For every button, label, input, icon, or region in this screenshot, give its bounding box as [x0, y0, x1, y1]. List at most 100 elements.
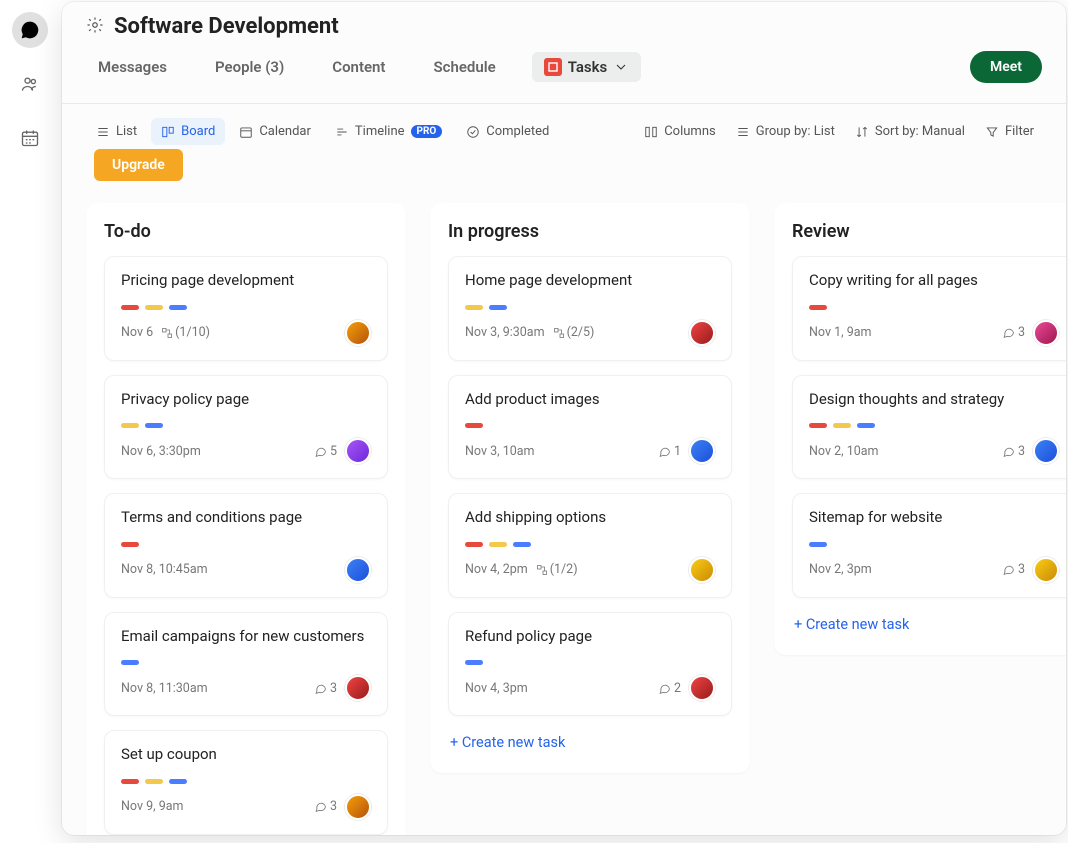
subtask-count: (1/2)	[536, 562, 578, 577]
comment-count: 3	[1002, 444, 1025, 459]
card-title: Add shipping options	[465, 508, 715, 528]
comment-count: 5	[314, 444, 337, 459]
avatar	[689, 438, 715, 464]
tag-row	[809, 305, 1059, 310]
column: To-do Pricing page developmentNov 6(1/10)…	[86, 203, 406, 835]
tag-yellow	[833, 423, 851, 428]
tag-row	[809, 423, 1059, 428]
people-icon[interactable]	[12, 66, 48, 102]
tag-blue	[465, 660, 483, 665]
card-title: Copy writing for all pages	[809, 271, 1059, 291]
tag-yellow	[121, 423, 139, 428]
filter-button[interactable]: Filter	[977, 120, 1042, 143]
card-title: Refund policy page	[465, 627, 715, 647]
columns-button[interactable]: Columns	[636, 120, 724, 143]
board: To-do Pricing page developmentNov 6(1/10)…	[62, 195, 1066, 835]
task-card[interactable]: Design thoughts and strategyNov 2, 10am3	[792, 375, 1066, 480]
groupby-label: Group by: List	[756, 124, 835, 139]
card-footer: Nov 8, 10:45am	[121, 557, 371, 583]
task-card[interactable]: Email campaigns for new customersNov 8, …	[104, 612, 388, 717]
tab-people[interactable]: People (3)	[203, 52, 296, 82]
task-card[interactable]: Set up coupon Nov 9, 9am 3	[104, 730, 388, 835]
tag-blue	[169, 305, 187, 310]
view-list[interactable]: List	[86, 118, 147, 145]
card-title: Set up coupon	[121, 745, 371, 765]
card-title: Home page development	[465, 271, 715, 291]
task-card[interactable]: Add shipping optionsNov 4, 2pm(1/2)	[448, 493, 732, 598]
upgrade-button[interactable]: Upgrade	[94, 149, 183, 181]
sortby-button[interactable]: Sort by: Manual	[847, 120, 973, 143]
task-card[interactable]: Sitemap for website Nov 2, 3pm3	[792, 493, 1066, 598]
gear-icon[interactable]	[86, 16, 104, 38]
view-board-label: Board	[181, 124, 215, 139]
tag-blue	[489, 305, 507, 310]
column: ReviewCopy writing for all pagesNov 1, 9…	[774, 203, 1066, 655]
view-calendar[interactable]: Calendar	[229, 118, 321, 145]
card-date: Nov 8, 11:30am	[121, 681, 208, 696]
card-title: Privacy policy page	[121, 390, 371, 410]
card-date: Nov 2, 10am	[809, 444, 879, 459]
avatar	[689, 675, 715, 701]
view-board[interactable]: Board	[151, 118, 225, 145]
view-timeline-label: Timeline	[355, 124, 405, 139]
tag-row	[121, 779, 371, 784]
meet-button[interactable]: Meet	[970, 51, 1042, 83]
tab-schedule[interactable]: Schedule	[421, 52, 507, 82]
chat-icon[interactable]	[12, 12, 48, 48]
tab-content[interactable]: Content	[320, 52, 397, 82]
card-title: Pricing page development	[121, 271, 371, 291]
tag-yellow	[145, 779, 163, 784]
task-card[interactable]: Copy writing for all pagesNov 1, 9am3	[792, 256, 1066, 361]
column-title: To-do	[104, 221, 388, 242]
calendar-icon[interactable]	[12, 120, 48, 156]
card-date: Nov 1, 9am	[809, 325, 871, 340]
tag-row	[465, 423, 715, 428]
comment-count: 3	[1002, 562, 1025, 577]
tag-row	[121, 660, 371, 665]
main-panel: Software Development Messages People (3)…	[62, 2, 1066, 835]
create-new-task[interactable]: + Create new task	[448, 730, 732, 755]
card-footer: Nov 2, 3pm3	[809, 557, 1059, 583]
card-date: Nov 9, 9am	[121, 799, 183, 814]
task-card[interactable]: Privacy policy page Nov 6, 3:30pm 5	[104, 375, 388, 480]
tag-row	[465, 542, 715, 547]
header: Software Development Messages People (3)…	[62, 2, 1066, 91]
tag-blue	[169, 779, 187, 784]
subtask-count: (2/5)	[553, 325, 595, 340]
tab-tasks[interactable]: Tasks	[532, 52, 642, 82]
card-date: Nov 3, 9:30am	[465, 325, 545, 340]
tag-red	[809, 423, 827, 428]
tag-blue	[145, 423, 163, 428]
page-title: Software Development	[114, 14, 339, 39]
task-card[interactable]: Terms and conditions pageNov 8, 10:45am	[104, 493, 388, 598]
tag-yellow	[465, 305, 483, 310]
task-card[interactable]: Add product imagesNov 3, 10am1	[448, 375, 732, 480]
view-completed[interactable]: Completed	[456, 118, 559, 145]
comment-count: 3	[314, 799, 337, 814]
filter-label: Filter	[1005, 124, 1034, 139]
avatar	[345, 675, 371, 701]
task-card[interactable]: Pricing page developmentNov 6(1/10)	[104, 256, 388, 361]
task-card[interactable]: Refund policy page Nov 4, 3pm2	[448, 612, 732, 717]
card-footer: Nov 4, 3pm2	[465, 675, 715, 701]
card-date: Nov 6, 3:30pm	[121, 444, 201, 459]
card-footer: Nov 9, 9am 3	[121, 794, 371, 820]
tab-tasks-label: Tasks	[568, 58, 608, 76]
task-card[interactable]: Home page development Nov 3, 9:30am (2/5)	[448, 256, 732, 361]
comment-count: 3	[314, 681, 337, 696]
avatar	[345, 438, 371, 464]
avatar	[689, 557, 715, 583]
card-title: Sitemap for website	[809, 508, 1059, 528]
card-title: Add product images	[465, 390, 715, 410]
tasks-badge-icon	[544, 58, 562, 76]
tab-messages[interactable]: Messages	[86, 52, 179, 82]
column: In progressHome page developmentNov 3, 9…	[430, 203, 750, 773]
toolbar: List Board Calendar Timeline PRO Complet…	[62, 104, 1066, 195]
tabs-row: Messages People (3) Content Schedule Tas…	[86, 51, 1042, 91]
columns-label: Columns	[664, 124, 716, 139]
view-timeline[interactable]: Timeline PRO	[325, 118, 452, 145]
create-new-task[interactable]: + Create new task	[792, 612, 1066, 637]
groupby-button[interactable]: Group by: List	[728, 120, 843, 143]
subtask-count: (1/10)	[161, 325, 210, 340]
tag-red	[121, 542, 139, 547]
